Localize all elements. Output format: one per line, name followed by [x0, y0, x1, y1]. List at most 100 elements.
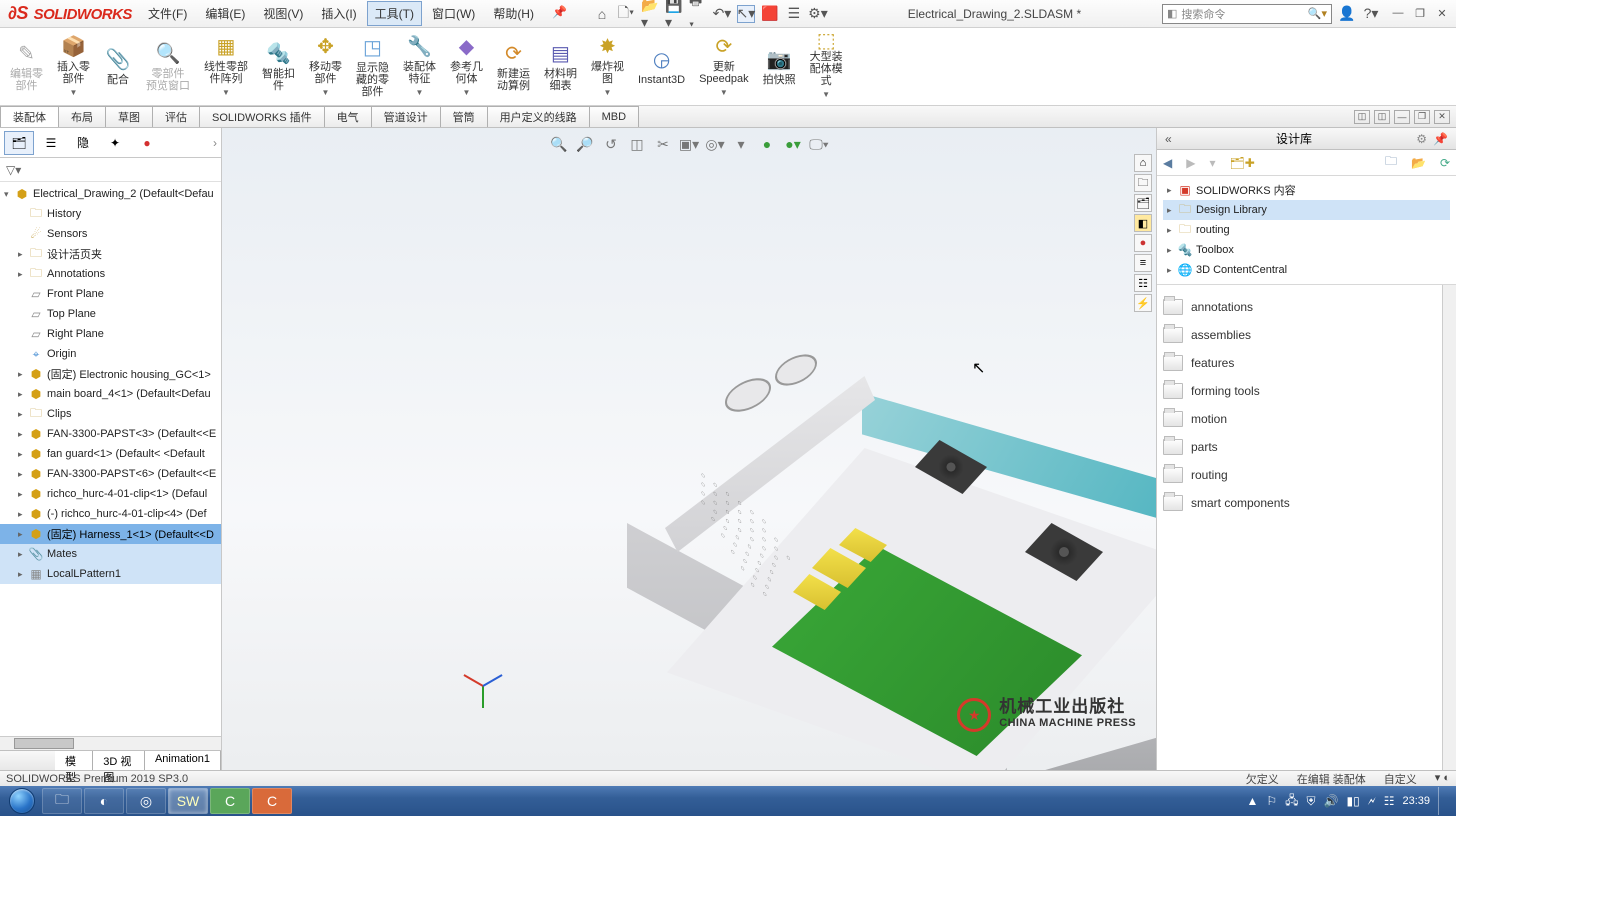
ribbon-speedpak[interactable]: ⟳更新Speedpak▼ [693, 31, 755, 103]
dl-add-location-icon[interactable]: 🗂✚ [1230, 156, 1255, 170]
ribbon-exploded-view[interactable]: ✸爆炸视图▼ [585, 31, 630, 103]
menu-view[interactable]: 视图(V) [255, 1, 311, 26]
ribbon-assembly-features[interactable]: 🔧装配体特征▼ [397, 31, 442, 103]
view-orientation-icon[interactable]: ✂ [653, 134, 673, 154]
panel-pin-icon[interactable]: 📌 [1433, 132, 1448, 146]
ribbon-large-assembly[interactable]: ⬚大型装配体模式▼ [804, 31, 849, 103]
settings-icon[interactable]: ⚙▾ [809, 5, 827, 23]
tab-sketch[interactable]: 草图 [105, 106, 153, 127]
section-view-icon[interactable]: ◫ [627, 134, 647, 154]
taskpane-view-palette-icon[interactable]: ◧ [1134, 214, 1152, 232]
rebuild-icon[interactable]: 🟥 [761, 5, 779, 23]
tree-folder-clips[interactable]: ▸🗀Clips [0, 404, 221, 424]
new-icon[interactable]: 🗋▾ [617, 5, 635, 23]
design-library-scrollbar[interactable] [1442, 285, 1456, 770]
taskpane-custom-props-icon[interactable]: ≡ [1134, 254, 1152, 272]
save-icon[interactable]: 💾▾ [665, 5, 683, 23]
doc-close[interactable]: ✕ [1434, 110, 1450, 124]
previous-view-icon[interactable]: ↺ [601, 134, 621, 154]
display-style-icon[interactable]: ▣▾ [679, 134, 699, 154]
taskpane-appearances-icon[interactable]: ● [1134, 234, 1152, 252]
tray-vol-icon[interactable]: 🔊 [1324, 794, 1339, 808]
ribbon-component-preview[interactable]: 🔍零部件预览窗口 [140, 31, 196, 103]
tab-user-routes[interactable]: 用户定义的线路 [487, 106, 590, 127]
tray-shield-icon[interactable]: ⛨ [1307, 794, 1316, 809]
fm-tab-property-icon[interactable]: ☰ [36, 131, 66, 155]
taskpane-home-icon[interactable]: ⌂ [1134, 154, 1152, 172]
tree-history[interactable]: 🗀History [0, 204, 221, 224]
doc-restore[interactable]: ❐ [1414, 110, 1430, 124]
undo-icon[interactable]: ↶▾ [713, 5, 731, 23]
tab-piping[interactable]: 管道设计 [371, 106, 441, 127]
status-flag-icon[interactable]: ▾ ◐ [1435, 771, 1450, 787]
dl-refresh-icon[interactable]: ⟳ [1440, 156, 1450, 170]
tree-front-plane[interactable]: ▱Front Plane [0, 284, 221, 304]
tab-evaluate[interactable]: 评估 [152, 106, 200, 127]
dl-folder-annotations[interactable]: annotations [1163, 293, 1436, 321]
tree-part-clip1[interactable]: ▸⬢richco_hurc-4-01-clip<1> (Defaul [0, 484, 221, 504]
ribbon-instant3d[interactable]: ◶Instant3D [632, 31, 691, 103]
tree-local-pattern[interactable]: ▸▦LocalLPattern1 [0, 564, 221, 584]
menu-window[interactable]: 窗口(W) [424, 1, 483, 26]
ribbon-edit-component[interactable]: ✎编辑零部件 [4, 31, 49, 103]
edit-appearance-icon[interactable]: ▾ [731, 134, 751, 154]
dl-folder-features[interactable]: features [1163, 349, 1436, 377]
home-icon[interactable]: ⌂ [593, 5, 611, 23]
ribbon-mate[interactable]: 📎配合 [98, 31, 138, 103]
tree-right-plane[interactable]: ▱Right Plane [0, 324, 221, 344]
view-settings-icon[interactable]: ●▾ [783, 134, 803, 154]
ribbon-move-component[interactable]: ✥移动零部件▼ [303, 31, 348, 103]
collapse-panel-icon[interactable]: « [1165, 132, 1172, 146]
tree-top-plane[interactable]: ▱Top Plane [0, 304, 221, 324]
tray-power-icon[interactable]: 🗲 [1368, 794, 1376, 809]
dl-node-routing[interactable]: ▸🗀routing [1163, 220, 1450, 240]
taskpane-electric-icon[interactable]: ⚡ [1134, 294, 1152, 312]
fm-tab-config-icon[interactable]: 隐 [68, 131, 98, 155]
command-search[interactable]: ◧ 搜索命令 🔍▾ [1162, 4, 1332, 24]
fm-tab-appearance-icon[interactable]: ● [132, 131, 162, 155]
fm-tab-display-icon[interactable]: ✦ [100, 131, 130, 155]
dl-folder-smart-components[interactable]: smart components [1163, 489, 1436, 517]
menu-file[interactable]: 文件(F) [140, 1, 195, 26]
fm-filter-bar[interactable]: ▽▾ [0, 158, 221, 182]
tree-origin[interactable]: ⌖Origin [0, 344, 221, 364]
start-button[interactable] [4, 787, 40, 815]
orientation-triad[interactable] [460, 664, 510, 714]
graphics-viewport[interactable]: 🔍 🔎 ↺ ◫ ✂ ▣▾ ◎▾ ▾ ● ●▾ 🖵▾ ⌂ 🗀 🗂 ◧ ● ≡ ☷ … [222, 128, 1156, 770]
dl-node-sw-content[interactable]: ▸▣SOLIDWORKS 内容 [1163, 180, 1450, 200]
dl-node-toolbox[interactable]: ▸🔩Toolbox [1163, 240, 1450, 260]
search-icon[interactable]: 🔍▾ [1308, 7, 1327, 20]
tree-mates[interactable]: ▸📎Mates [0, 544, 221, 564]
menu-pin-icon[interactable]: 📌 [544, 1, 575, 26]
taskbar-explorer-icon[interactable]: 🗀 [42, 788, 82, 814]
open-icon[interactable]: 📂▾ [641, 5, 659, 23]
taskbar-chrome-icon[interactable]: ◐ [84, 788, 124, 814]
doc-minimize[interactable]: — [1394, 110, 1410, 124]
help-icon[interactable]: ?▾ [1362, 5, 1380, 23]
show-desktop-button[interactable] [1438, 787, 1446, 815]
dl-node-design-library[interactable]: ▸🗀Design Library [1163, 200, 1450, 220]
tray-up-icon[interactable]: ▲ [1246, 794, 1258, 808]
select-icon[interactable]: ↖▾ [737, 5, 755, 23]
tree-root[interactable]: ▾⬢Electrical_Drawing_2 (Default<Defau [0, 184, 221, 204]
tree-sensors[interactable]: ☄Sensors [0, 224, 221, 244]
taskpane-file-explorer-icon[interactable]: 🗂 [1134, 194, 1152, 212]
tree-part-fan3[interactable]: ▸⬢FAN-3300-PAPST<3> (Default<<E [0, 424, 221, 444]
tree-part-mainboard[interactable]: ▸⬢main board_4<1> (Default<Defau [0, 384, 221, 404]
zoom-area-icon[interactable]: 🔎 [575, 134, 595, 154]
menu-tools[interactable]: 工具(T) [367, 1, 422, 26]
taskbar-app-icon[interactable]: ◎ [126, 788, 166, 814]
hide-show-icon[interactable]: ◎▾ [705, 134, 725, 154]
taskpane-forum-icon[interactable]: ☷ [1134, 274, 1152, 292]
tab-model[interactable]: 模型 [55, 751, 93, 770]
user-icon[interactable]: 👤 [1338, 5, 1356, 23]
tab-animation1[interactable]: Animation1 [145, 751, 221, 770]
doc-control-1[interactable]: ◫ [1354, 110, 1370, 124]
ribbon-bom[interactable]: ▤材料明细表 [538, 31, 583, 103]
dl-folder-parts[interactable]: parts [1163, 433, 1436, 461]
tab-tubing[interactable]: 管筒 [440, 106, 488, 127]
menu-insert[interactable]: 插入(I) [313, 1, 364, 26]
tab-assembly[interactable]: 装配体 [0, 106, 59, 127]
zoom-fit-icon[interactable]: 🔍 [549, 134, 569, 154]
dl-folder-forming-tools[interactable]: forming tools [1163, 377, 1436, 405]
